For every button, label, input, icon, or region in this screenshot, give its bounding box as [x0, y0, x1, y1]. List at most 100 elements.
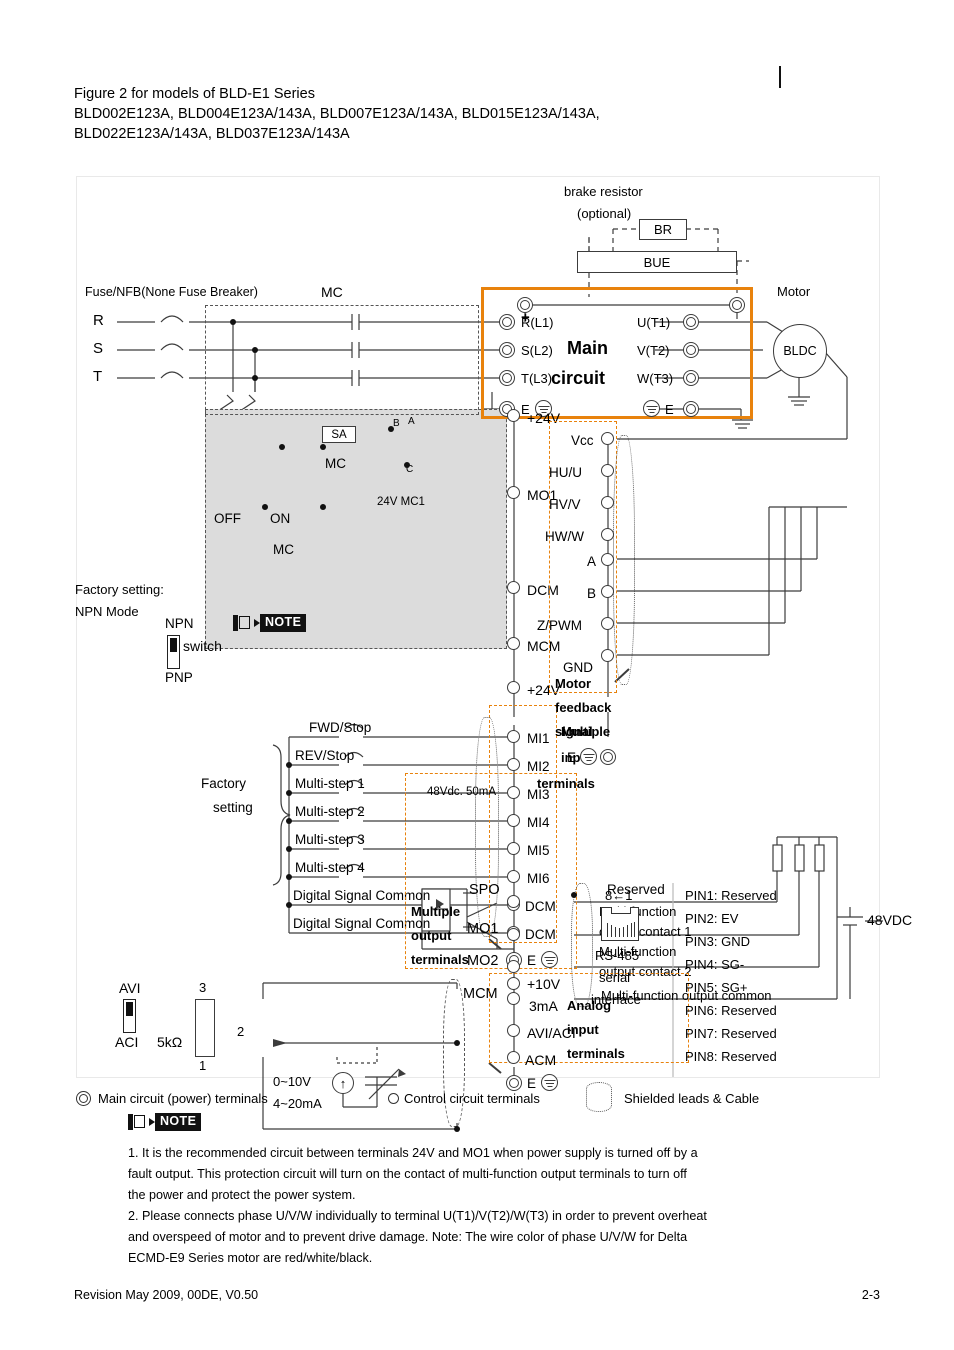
rs485-pin-7: PIN7: Reserved [685, 1026, 777, 1041]
switch-label: switch [183, 638, 222, 654]
terminal-vcc[interactable] [601, 432, 614, 445]
label-s-l2: S(L2) [521, 343, 553, 358]
note-1-line-3: the power and protect the power system. [128, 1188, 356, 1202]
terminal-dc-plus[interactable] [517, 297, 533, 313]
terminal-u-t1[interactable] [683, 314, 699, 330]
note-2-line-1: 2. Please connects phase U/V/W individua… [128, 1209, 707, 1223]
pot-pin-1: 1 [199, 1058, 207, 1073]
output-supply-label: 48VDC [867, 912, 913, 928]
label-t-l3: T(L3) [521, 371, 553, 386]
phase-s-label: S [93, 340, 104, 357]
phase-t-label: T [93, 368, 103, 385]
function-multistep-3: Multi-step 3 [295, 832, 365, 847]
label-gnd: GND [563, 660, 593, 675]
label-b: B [587, 586, 597, 601]
motor-symbol: BLDC [773, 324, 827, 378]
terminal-hv-v[interactable] [601, 496, 614, 509]
rs485-name-3: interface [591, 992, 641, 1007]
note-page-icon [233, 614, 253, 631]
legend-shielded-cable-icon [586, 1082, 612, 1112]
mc-aux-label: MC [273, 542, 294, 557]
note-page-icon-bottom [128, 1113, 148, 1130]
feedback-shield-outline [613, 435, 635, 685]
rs485-pin-8: PIN8: Reserved [685, 1049, 777, 1064]
terminal-mcm-top[interactable] [507, 637, 520, 650]
feedback-group-label-1: Motor [555, 676, 592, 691]
label-hw-w: HW/W [545, 529, 584, 544]
label-spo: SPO [469, 882, 500, 898]
factory-brace-label-2: setting [213, 800, 253, 815]
off-button-label: OFF [214, 511, 241, 526]
terminal-dc-minus[interactable] [729, 297, 745, 313]
avi-label: AVI [119, 980, 141, 996]
terminal-v-t2[interactable] [683, 342, 699, 358]
terminal-r-l1[interactable] [499, 314, 515, 330]
analog-group-label-2: input [567, 1022, 599, 1037]
diagram-legend: Main circuit (power) terminals Control c… [76, 1082, 876, 1112]
label-plus10v: +10V [527, 976, 561, 992]
terminal-s-l2[interactable] [499, 342, 515, 358]
note-badge-text-inline: NOTE [260, 613, 307, 632]
label-u-t1: U(T1) [637, 315, 671, 330]
terminal-plus10v[interactable] [507, 977, 520, 990]
terminal-w-t3[interactable] [683, 370, 699, 386]
fuse-nfb-label: Fuse/NFB(None Fuse Breaker) [85, 285, 258, 299]
pot-value-label: 5kΩ [157, 1034, 183, 1050]
main-circuit-title-1: Main [567, 338, 609, 358]
label-mo1-out: MO1 [467, 921, 499, 937]
terminal-z-pwm[interactable] [601, 617, 614, 630]
terminal-avi-aci[interactable] [507, 1024, 520, 1037]
terminal-mi2[interactable] [507, 758, 520, 771]
terminal-gnd[interactable] [601, 649, 614, 662]
avi-aci-switch[interactable] [123, 999, 136, 1033]
source-range-voltage: 0~10V [273, 1074, 311, 1089]
terminal-spo[interactable] [507, 895, 520, 908]
label-acm: ACM [525, 1052, 557, 1068]
rj45-connector-icon [601, 907, 639, 941]
legend-power-terminal-icon [76, 1091, 91, 1106]
terminal-b[interactable] [601, 585, 614, 598]
npn-label: NPN [165, 616, 194, 631]
figure-heading-line3: BLD022E123A/143A, BLD037E123A/143A [74, 126, 350, 142]
terminal-e-output[interactable] [683, 401, 699, 417]
terminal-dcm-top[interactable] [507, 581, 520, 594]
terminal-t-l3[interactable] [499, 370, 515, 386]
terminal-mo2-out[interactable] [507, 960, 520, 973]
aci-label: ACI [115, 1034, 139, 1050]
rs485-pin-6: PIN6: Reserved [685, 1003, 777, 1018]
terminal-a[interactable] [601, 553, 614, 566]
document-page: Figure 2 for models of BLD-E1 Series BLD… [0, 0, 954, 1350]
terminal-plus24v-control[interactable] [507, 681, 520, 694]
terminal-mo1-top[interactable] [507, 486, 520, 499]
terminal-plus24v-top[interactable] [507, 409, 520, 422]
terminal-hw-w[interactable] [601, 528, 614, 541]
terminal-e-feedback[interactable] [600, 749, 616, 765]
npn-pnp-switch[interactable] [167, 635, 180, 669]
motor-label: Motor [777, 284, 811, 299]
terminal-mi1[interactable] [507, 730, 520, 743]
mc-top-label: MC [321, 284, 343, 300]
factory-setting-label: Factory setting: [75, 582, 164, 597]
label-hu-u: HU/U [549, 465, 582, 480]
terminal-mo1-out[interactable] [507, 928, 520, 941]
label-e-output: E [665, 402, 674, 417]
label-3ma: 3mA [529, 998, 558, 1014]
terminal-acm[interactable] [507, 1051, 520, 1064]
rs485-pin-2: PIN2: EV [685, 911, 739, 926]
figure-heading-line1: Figure 2 for models of BLD-E1 Series [74, 86, 315, 102]
function-fwd-stop: FWD/Stop [309, 720, 372, 735]
factory-brace-label-1: Factory [201, 776, 247, 791]
terminal-hu-u[interactable] [601, 464, 614, 477]
feedback-group-label-3: signal [555, 724, 593, 739]
output-group-label-3: terminals [411, 952, 469, 967]
function-multistep-1: Multi-step 1 [295, 776, 365, 791]
note-badge-inline: NOTE [233, 613, 307, 632]
label-vcc: Vcc [571, 433, 594, 448]
rs485-name-2: serial [599, 970, 631, 985]
feedback-group-label-2: feedback [555, 700, 612, 715]
label-r-l1: R(L1) [521, 315, 554, 330]
legend-control-terminal-icon [388, 1093, 399, 1104]
output-group-label-2: output [411, 928, 452, 943]
br-box: BR [639, 219, 687, 240]
label-mo2-out: MO2 [467, 953, 499, 969]
